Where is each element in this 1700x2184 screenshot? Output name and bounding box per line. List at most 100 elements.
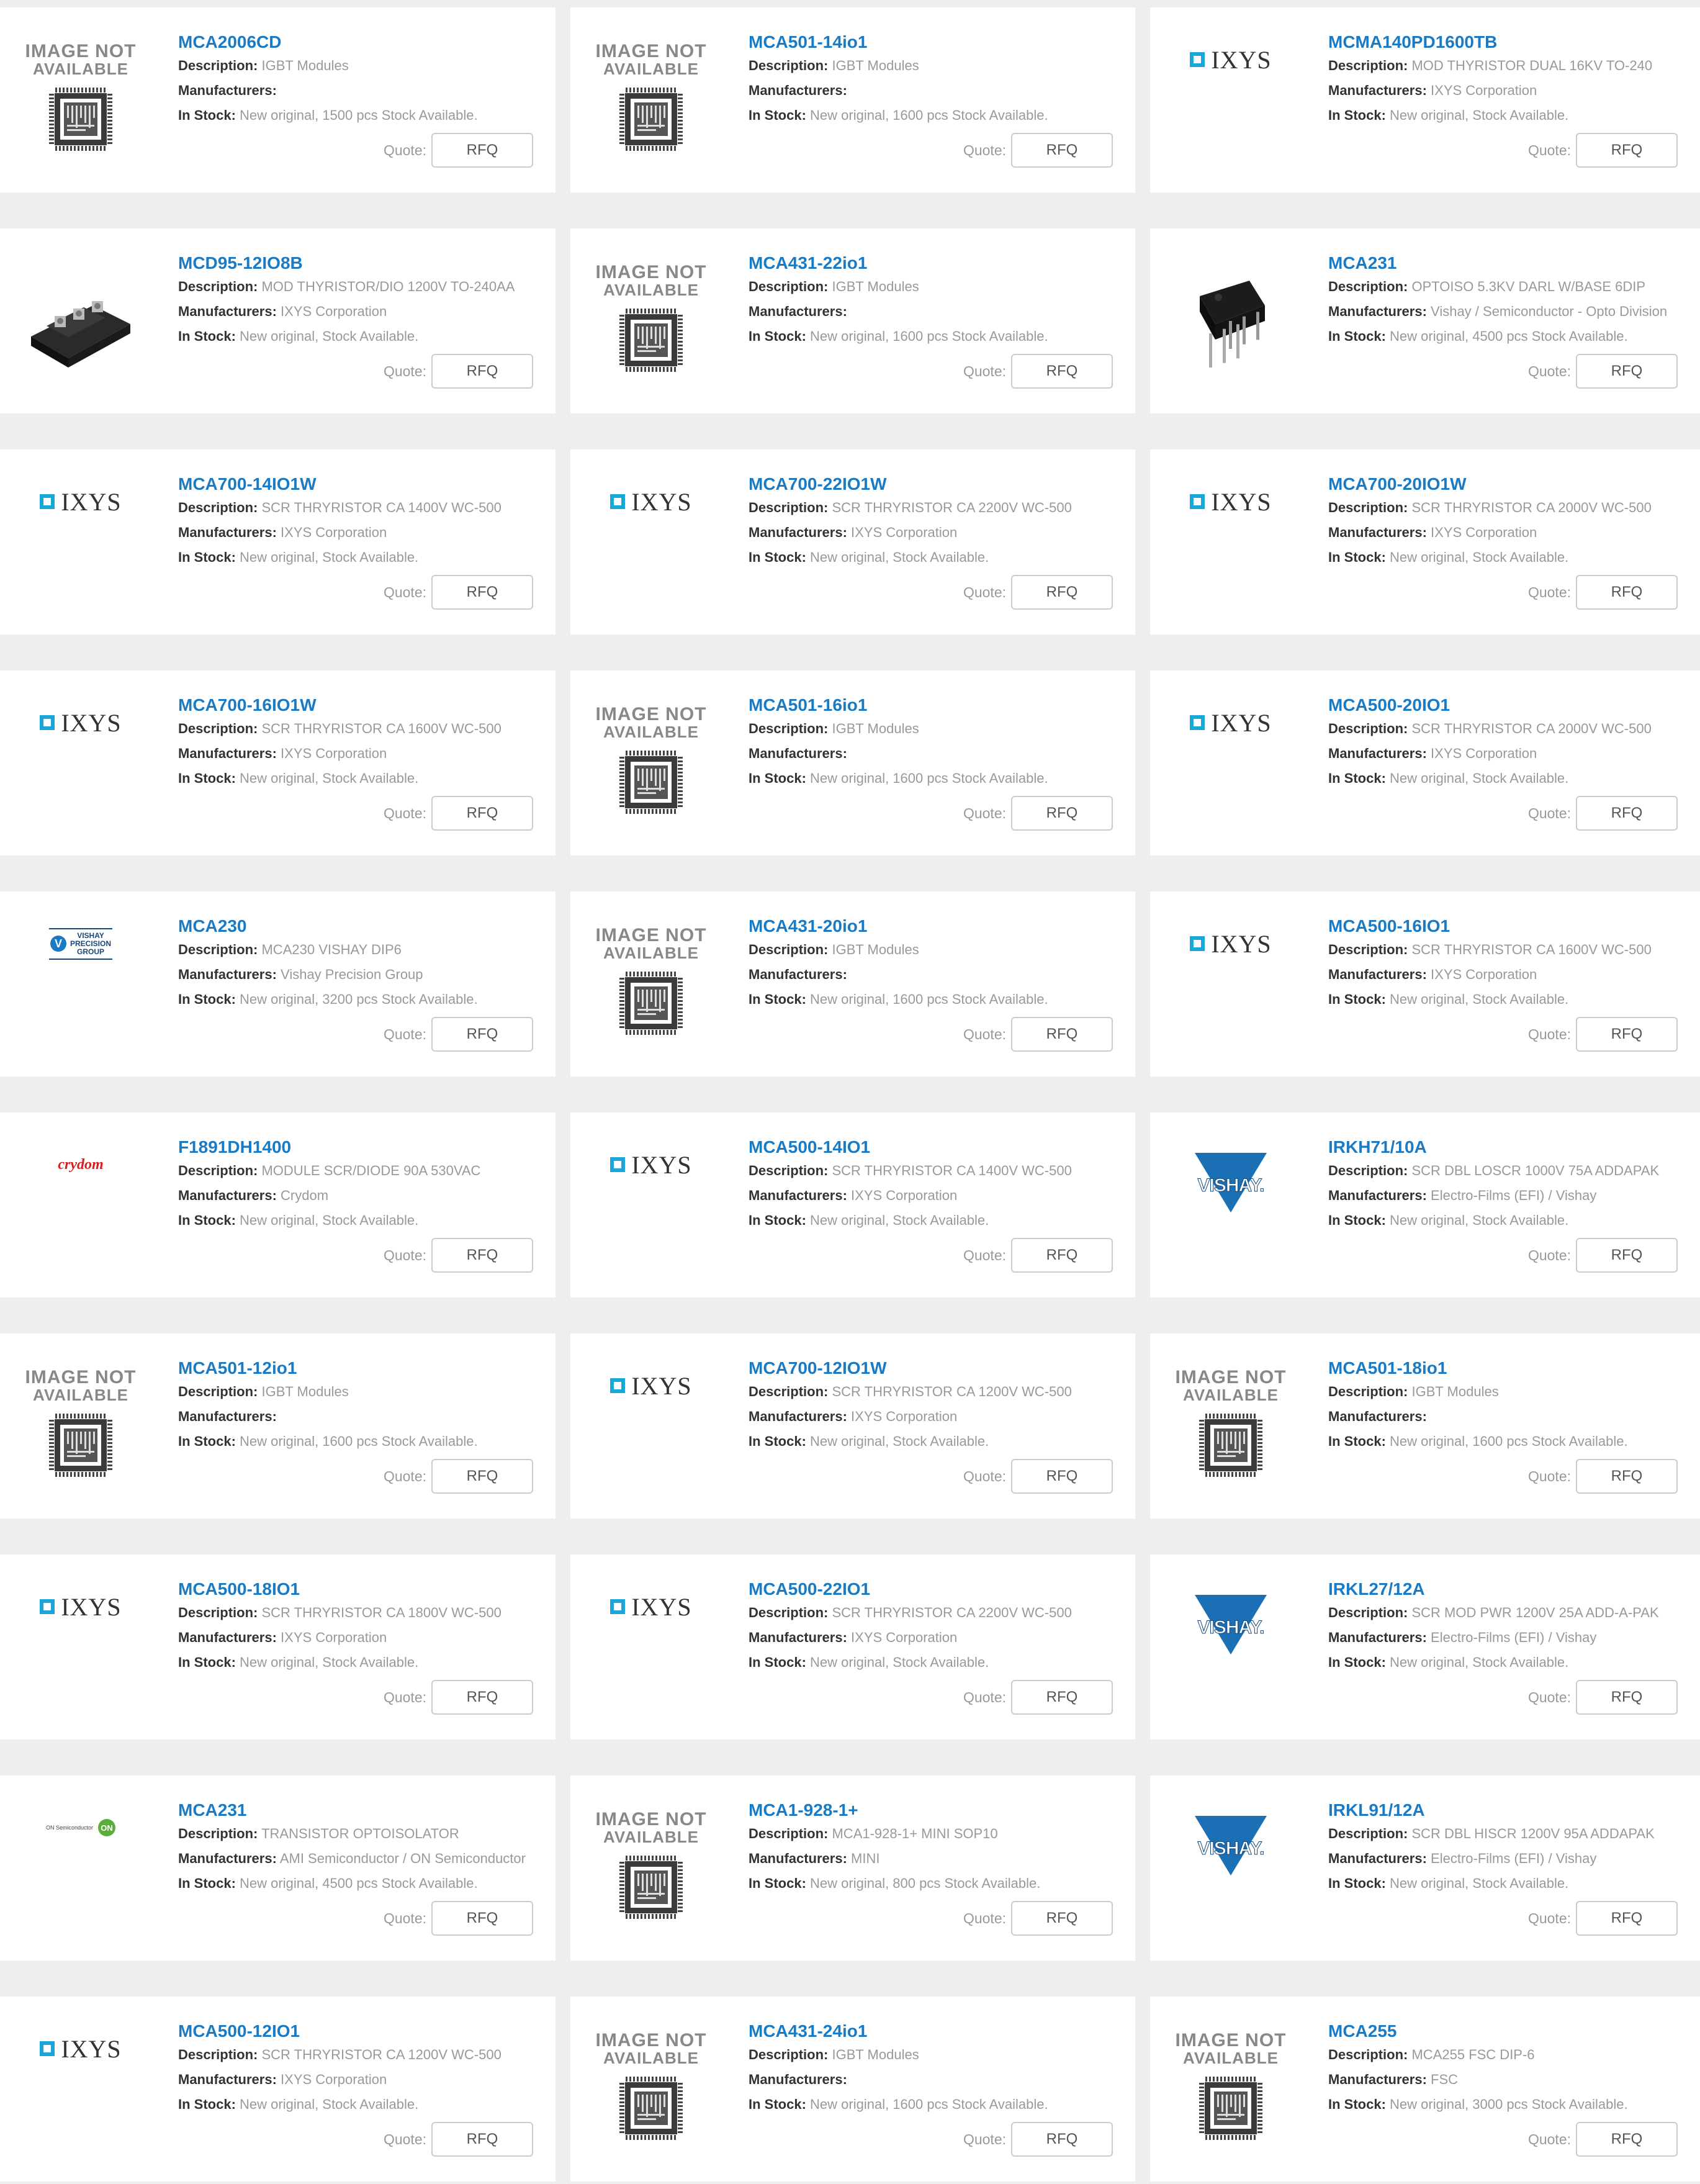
rfq-button[interactable]: RFQ: [1011, 575, 1113, 610]
product-image[interactable]: V VISHAY PRECISION GROUP: [12, 919, 149, 968]
rfq-button[interactable]: RFQ: [1011, 133, 1113, 168]
rfq-button[interactable]: RFQ: [1576, 1017, 1678, 1052]
rfq-button[interactable]: RFQ: [1576, 354, 1678, 389]
product-image[interactable]: IXYS: [583, 1582, 719, 1631]
manufacturer-line: Manufacturers:: [178, 78, 555, 103]
product-part-link[interactable]: MCMA140PD1600TB: [1328, 31, 1700, 53]
rfq-button[interactable]: RFQ: [431, 2122, 533, 2157]
product-image[interactable]: IMAGE NOT AVAILABLE: [583, 914, 719, 1050]
product-part-link[interactable]: MCA2006CD: [178, 31, 555, 53]
product-image[interactable]: IXYS: [1163, 35, 1299, 84]
product-part-link[interactable]: MCA700-22IO1W: [749, 473, 1135, 495]
manufacturer-value: Vishay / Semiconductor - Opto Division: [1431, 304, 1668, 319]
rfq-button[interactable]: RFQ: [1011, 1238, 1113, 1273]
rfq-button[interactable]: RFQ: [1011, 2122, 1113, 2157]
rfq-button[interactable]: RFQ: [1576, 1459, 1678, 1494]
rfq-button[interactable]: RFQ: [1576, 796, 1678, 831]
product-part-link[interactable]: MCA501-16io1: [749, 694, 1135, 716]
product-image[interactable]: IMAGE NOT AVAILABLE: [583, 251, 719, 387]
product-image[interactable]: VISHAY.: [1163, 1140, 1299, 1227]
product-image[interactable]: IMAGE NOT AVAILABLE: [12, 30, 149, 166]
product-part-link[interactable]: MCA255: [1328, 2020, 1700, 2042]
product-image[interactable]: VISHAY.: [1163, 1582, 1299, 1669]
product-image[interactable]: IMAGE NOT AVAILABLE: [583, 30, 719, 166]
product-part-link[interactable]: MCA700-16IO1W: [178, 694, 555, 716]
rfq-button[interactable]: RFQ: [431, 575, 533, 610]
product-part-link[interactable]: MCA431-22io1: [749, 252, 1135, 274]
rfq-button[interactable]: RFQ: [1576, 2122, 1678, 2157]
available-label: AVAILABLE: [1183, 1386, 1279, 1404]
product-part-link[interactable]: MCA500-12IO1: [178, 2020, 555, 2042]
product-part-link[interactable]: MCA500-14IO1: [749, 1136, 1135, 1158]
product-part-link[interactable]: MCA501-14io1: [749, 31, 1135, 53]
product-image[interactable]: IMAGE NOT AVAILABLE: [1163, 2019, 1299, 2155]
product-part-link[interactable]: MCA500-18IO1: [178, 1578, 555, 1600]
product-part-link[interactable]: MCA500-16IO1: [1328, 915, 1700, 937]
product-image[interactable]: IXYS: [12, 698, 149, 747]
product-part-link[interactable]: IRKH71/10A: [1328, 1136, 1700, 1158]
product-image[interactable]: IXYS: [12, 2024, 149, 2073]
product-image[interactable]: [12, 256, 149, 392]
product-image[interactable]: IXYS: [12, 477, 149, 526]
product-image[interactable]: crydom: [12, 1140, 149, 1189]
rfq-button[interactable]: RFQ: [1011, 1459, 1113, 1494]
product-image[interactable]: IXYS: [1163, 477, 1299, 526]
product-part-link[interactable]: MCA230: [178, 915, 555, 937]
product-part-link[interactable]: MCA1-928-1+: [749, 1799, 1135, 1821]
rfq-button[interactable]: RFQ: [431, 354, 533, 389]
rfq-button[interactable]: RFQ: [1576, 575, 1678, 610]
product-image[interactable]: IXYS: [583, 1361, 719, 1410]
product-card: IXYS MCA500-18IO1 Description: SCR THRYRIS…: [0, 1555, 555, 1740]
product-part-link[interactable]: MCA431-24io1: [749, 2020, 1135, 2042]
rfq-button[interactable]: RFQ: [1011, 1017, 1113, 1052]
rfq-button[interactable]: RFQ: [1576, 133, 1678, 168]
rfq-button[interactable]: RFQ: [431, 133, 533, 168]
rfq-button[interactable]: RFQ: [1576, 1901, 1678, 1936]
product-image[interactable]: IXYS: [1163, 698, 1299, 747]
product-image[interactable]: IXYS: [583, 477, 719, 526]
rfq-button[interactable]: RFQ: [431, 1017, 533, 1052]
product-image[interactable]: VISHAY.: [1163, 1803, 1299, 1890]
product-part-link[interactable]: MCA700-14IO1W: [178, 473, 555, 495]
product-part-link[interactable]: IRKL91/12A: [1328, 1799, 1700, 1821]
product-part-link[interactable]: MCA231: [178, 1799, 555, 1821]
product-card: IMAGE NOT AVAILABLE MCA431-20io1 Descriptio…: [570, 891, 1135, 1076]
ixys-wordmark: IXYS: [631, 487, 692, 516]
product-part-link[interactable]: MCA501-18io1: [1328, 1357, 1700, 1379]
rfq-button[interactable]: RFQ: [431, 1901, 533, 1936]
product-image[interactable]: IMAGE NOT AVAILABLE: [1163, 1356, 1299, 1492]
product-image[interactable]: ON Semiconductor ON: [12, 1803, 149, 1852]
product-image[interactable]: IMAGE NOT AVAILABLE: [583, 1798, 719, 1934]
product-part-link[interactable]: MCA231: [1328, 252, 1700, 274]
rfq-button[interactable]: RFQ: [1011, 1680, 1113, 1715]
rfq-button[interactable]: RFQ: [1011, 1901, 1113, 1936]
quote-label: Quote:: [963, 363, 1006, 379]
product-part-link[interactable]: MCA500-20IO1: [1328, 694, 1700, 716]
product-image[interactable]: [1163, 256, 1299, 392]
product-part-link[interactable]: MCA501-12io1: [178, 1357, 555, 1379]
product-image[interactable]: IMAGE NOT AVAILABLE: [583, 2019, 719, 2155]
product-part-link[interactable]: IRKL27/12A: [1328, 1578, 1700, 1600]
product-part-link[interactable]: MCA700-12IO1W: [749, 1357, 1135, 1379]
product-part-link[interactable]: MCD95-12IO8B: [178, 252, 555, 274]
rfq-button[interactable]: RFQ: [431, 1680, 533, 1715]
product-part-link[interactable]: F1891DH1400: [178, 1136, 555, 1158]
stock-value: New original, Stock Available.: [1390, 770, 1569, 786]
product-part-link[interactable]: MCA500-22IO1: [749, 1578, 1135, 1600]
rfq-button[interactable]: RFQ: [431, 1459, 533, 1494]
product-image[interactable]: IXYS: [12, 1582, 149, 1631]
rfq-button[interactable]: RFQ: [1011, 796, 1113, 831]
product-image[interactable]: IMAGE NOT AVAILABLE: [583, 693, 719, 829]
rfq-button[interactable]: RFQ: [431, 1238, 533, 1273]
rfq-button[interactable]: RFQ: [1011, 354, 1113, 389]
product-part-link[interactable]: MCA431-20io1: [749, 915, 1135, 937]
rfq-button[interactable]: RFQ: [1576, 1238, 1678, 1273]
product-part-link[interactable]: MCA700-20IO1W: [1328, 473, 1700, 495]
stock-value: New original, Stock Available.: [1390, 1875, 1569, 1891]
product-image[interactable]: IXYS: [583, 1140, 719, 1189]
product-image[interactable]: IMAGE NOT AVAILABLE: [12, 1356, 149, 1492]
rfq-button[interactable]: RFQ: [1576, 1680, 1678, 1715]
rfq-button[interactable]: RFQ: [431, 796, 533, 831]
quote-area: Quote: RFQ: [1528, 1238, 1678, 1273]
product-image[interactable]: IXYS: [1163, 919, 1299, 968]
